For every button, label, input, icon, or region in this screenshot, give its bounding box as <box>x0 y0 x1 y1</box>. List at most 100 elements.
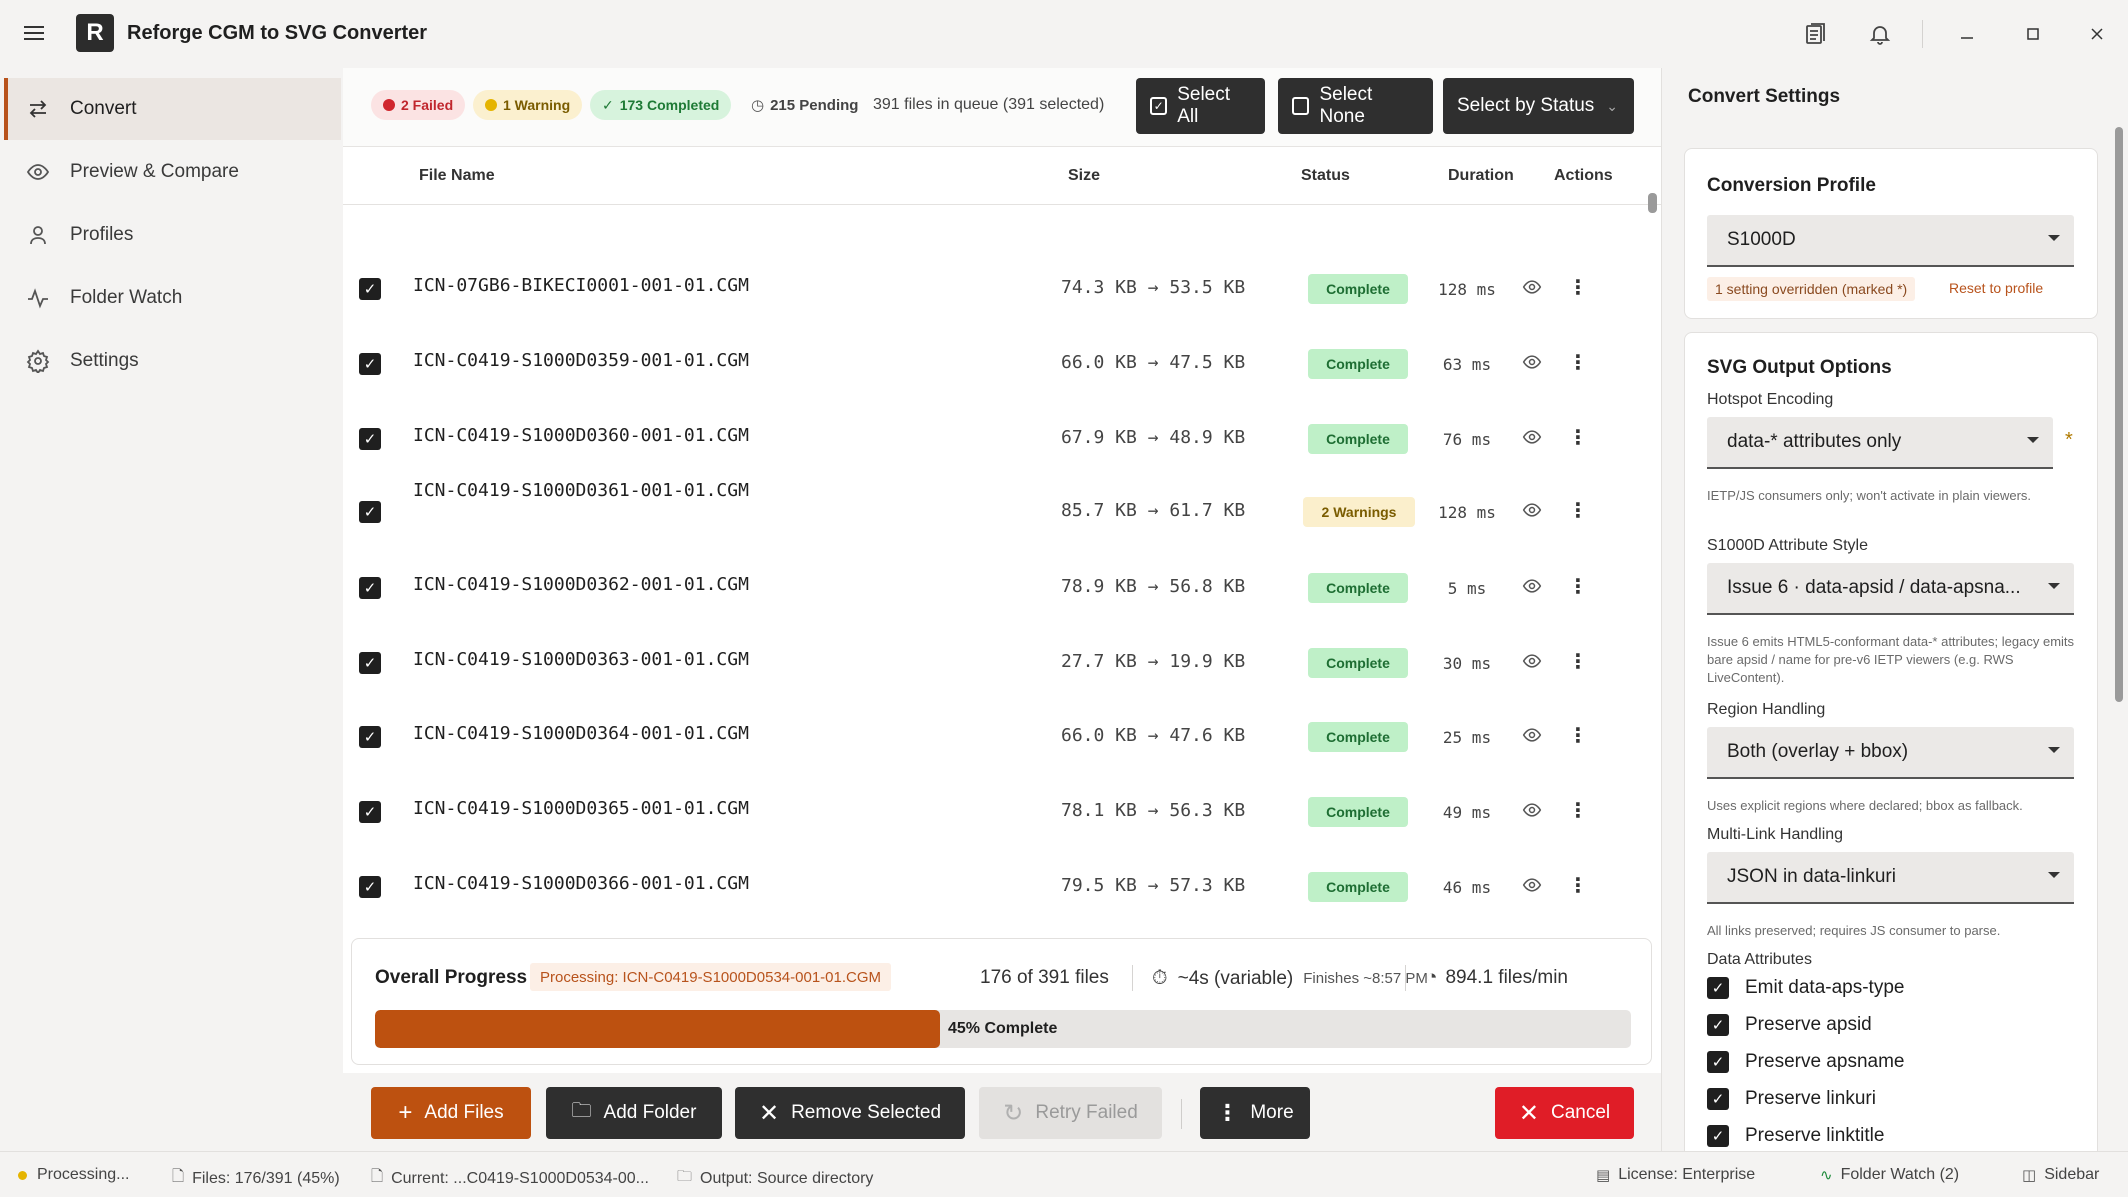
duration: 30 ms <box>1442 654 1492 673</box>
status-license: ▤ License: Enterprise <box>1596 1166 1755 1184</box>
more-button[interactable]: ⋮ More <box>1200 1087 1310 1139</box>
status-sidebar-toggle[interactable]: ◫ Sidebar <box>2022 1166 2099 1184</box>
col-status[interactable]: Status <box>1301 167 1350 185</box>
preview-eye-icon[interactable] <box>1518 875 1546 900</box>
sidebar-item-profiles[interactable]: Profiles <box>4 204 341 266</box>
row-checkbox[interactable]: ✓ <box>359 876 381 898</box>
sidebar-item-convert[interactable]: Convert <box>4 78 341 140</box>
preview-eye-icon[interactable] <box>1518 277 1546 302</box>
pending-count[interactable]: ◷ 215 Pending <box>751 96 858 114</box>
more-label: More <box>1250 1102 1294 1123</box>
region-handling-label: Region Handling <box>1707 701 1826 718</box>
table-row[interactable]: ✓ ICN-C0419-S1000D0365-001-01.CGM 78.1 KB … <box>343 784 1648 859</box>
table-row[interactable]: ✓ ICN-C0419-S1000D0363-001-01.CGM 27.7 KB … <box>343 635 1648 710</box>
app-logo: R <box>76 14 114 52</box>
queue-summary: 391 files in queue (391 selected) <box>873 96 1105 113</box>
row-checkbox[interactable]: ✓ <box>359 652 381 674</box>
sidebar-item-settings[interactable]: Settings <box>4 330 341 392</box>
checkbox-label: Emit data-aps-type <box>1745 977 1905 998</box>
row-checkbox[interactable]: ✓ <box>359 801 381 823</box>
row-checkbox[interactable]: ✓ <box>359 577 381 599</box>
profile-select[interactable]: S1000D <box>1707 215 2074 267</box>
row-menu-kebab-icon[interactable]: ⋮ <box>1568 649 1588 674</box>
close-icon[interactable] <box>2083 20 2111 48</box>
col-size[interactable]: Size <box>1068 167 1100 185</box>
row-menu-kebab-icon[interactable]: ⋮ <box>1568 350 1588 375</box>
data-attribute-checkbox[interactable]: ✓ Preserve apsid <box>1707 1014 1872 1036</box>
data-attribute-checkbox[interactable]: ✓ Emit data-aps-type <box>1707 977 1904 999</box>
row-checkbox[interactable]: ✓ <box>359 353 381 375</box>
sidebar-item-folder-watch[interactable]: Folder Watch <box>4 267 341 329</box>
status-current-text: Current: ...C0419-S1000D0534-00... <box>391 1169 649 1187</box>
maximize-icon[interactable] <box>2019 20 2047 48</box>
row-menu-kebab-icon[interactable]: ⋮ <box>1568 798 1588 823</box>
bell-icon[interactable] <box>1866 20 1894 48</box>
preview-eye-icon[interactable] <box>1518 576 1546 601</box>
hamburger-menu-icon[interactable] <box>24 22 48 46</box>
add-files-button[interactable]: + Add Files <box>371 1087 531 1139</box>
preview-eye-icon[interactable] <box>1518 500 1546 525</box>
preview-eye-icon[interactable] <box>1518 800 1546 825</box>
status-current: 🗋 Current: ...C0419-S1000D0534-00... <box>371 1166 649 1191</box>
table-row[interactable]: ✓ ICN-C0419-S1000D0360-001-01.CGM 67.9 KB … <box>343 411 1648 486</box>
row-menu-kebab-icon[interactable]: ⋮ <box>1568 425 1588 450</box>
row-checkbox[interactable]: ✓ <box>359 278 381 300</box>
table-row[interactable]: ✓ ICN-07GB6-BIKECI0001-001-01.CGM 74.3 KB … <box>343 261 1648 336</box>
table-row[interactable]: ✓ ICN-C0419-S1000D0359-001-01.CGM 66.0 KB … <box>343 336 1648 411</box>
failed-filter-pill[interactable]: 2 Failed <box>371 90 466 120</box>
select-all-button[interactable]: ✓ Select All <box>1136 78 1265 134</box>
activity-icon <box>24 284 52 312</box>
row-menu-kebab-icon[interactable]: ⋮ <box>1568 723 1588 748</box>
row-checkbox[interactable]: ✓ <box>359 428 381 450</box>
row-menu-kebab-icon[interactable]: ⋮ <box>1568 498 1588 523</box>
preview-eye-icon[interactable] <box>1518 427 1546 452</box>
caret-down-icon <box>2048 583 2060 589</box>
status-folder-watch[interactable]: ∿ Folder Watch (2) <box>1820 1166 1959 1184</box>
checkbox-checked-icon: ✓ <box>1707 1088 1729 1110</box>
select-none-label: Select None <box>1319 84 1373 127</box>
data-attribute-checkbox[interactable]: ✓ Preserve linktitle <box>1707 1125 1884 1147</box>
retry-failed-button[interactable]: ↻ Retry Failed <box>979 1087 1162 1139</box>
preview-eye-icon[interactable] <box>1518 725 1546 750</box>
reset-to-profile-link[interactable]: Reset to profile <box>1949 280 2043 296</box>
license-icon: ▤ <box>1596 1167 1611 1184</box>
row-checkbox[interactable]: ✓ <box>359 501 381 523</box>
preview-eye-icon[interactable] <box>1518 352 1546 377</box>
remove-selected-label: Remove Selected <box>791 1102 942 1123</box>
data-attribute-checkbox[interactable]: ✓ Preserve apsname <box>1707 1051 1904 1073</box>
row-menu-kebab-icon[interactable]: ⋮ <box>1568 574 1588 599</box>
row-checkbox[interactable]: ✓ <box>359 726 381 748</box>
main-panel: 2 Failed 1 Warning ✓ 173 Completed ◷ 215 … <box>343 68 1661 1151</box>
col-duration[interactable]: Duration <box>1448 167 1514 185</box>
remove-selected-button[interactable]: ✕ Remove Selected <box>735 1087 965 1139</box>
region-handling-select[interactable]: Both (overlay + bbox) <box>1707 727 2074 779</box>
col-file-name[interactable]: File Name <box>419 167 495 185</box>
completed-filter-pill[interactable]: ✓ 173 Completed <box>590 90 732 120</box>
preview-eye-icon[interactable] <box>1518 651 1546 676</box>
cancel-button[interactable]: ✕ Cancel <box>1495 1087 1634 1139</box>
multilink-select[interactable]: JSON in data-linkuri <box>1707 852 2074 904</box>
minimize-icon[interactable] <box>1953 20 1981 48</box>
sidebar-item-preview-compare[interactable]: Preview & Compare <box>4 141 341 203</box>
data-attribute-checkbox[interactable]: ✓ Preserve linkuri <box>1707 1088 1876 1110</box>
activity-icon: ∿ <box>1820 1167 1833 1184</box>
table-scrollbar[interactable] <box>1648 193 1657 213</box>
svg-output-options-card: SVG Output Options Hotspot Encoding data… <box>1684 332 2098 1192</box>
select-none-button[interactable]: Select None <box>1278 78 1433 134</box>
progress-eta: ⏱ ~4s (variable) Finishes ~8:57 PM <box>1152 967 1428 990</box>
select-by-status-button[interactable]: Select by Status ⌄ <box>1443 78 1634 134</box>
row-menu-kebab-icon[interactable]: ⋮ <box>1568 275 1588 300</box>
checkbox-label: Preserve linkuri <box>1745 1088 1876 1109</box>
table-row[interactable]: ✓ ICN-C0419-S1000D0361-001-01.CGM 85.7 KB … <box>343 480 1648 559</box>
row-menu-kebab-icon[interactable]: ⋮ <box>1568 873 1588 898</box>
docs-icon[interactable] <box>1802 20 1830 48</box>
divider <box>1181 1099 1182 1129</box>
warning-filter-pill[interactable]: 1 Warning <box>473 90 583 120</box>
table-row[interactable]: ✓ ICN-C0419-S1000D0364-001-01.CGM 66.0 KB … <box>343 709 1648 784</box>
attribute-style-select[interactable]: Issue 6 · data-apsid / data-apsna... <box>1707 563 2074 615</box>
table-row[interactable]: ✓ ICN-C0419-S1000D0366-001-01.CGM 79.5 KB … <box>343 859 1648 934</box>
settings-scrollbar[interactable] <box>2115 127 2123 702</box>
table-row[interactable]: ✓ ICN-C0419-S1000D0362-001-01.CGM 78.9 KB … <box>343 560 1648 635</box>
hotspot-encoding-select[interactable]: data-* attributes only <box>1707 417 2053 469</box>
add-folder-button[interactable]: 🗀 Add Folder <box>546 1087 722 1139</box>
